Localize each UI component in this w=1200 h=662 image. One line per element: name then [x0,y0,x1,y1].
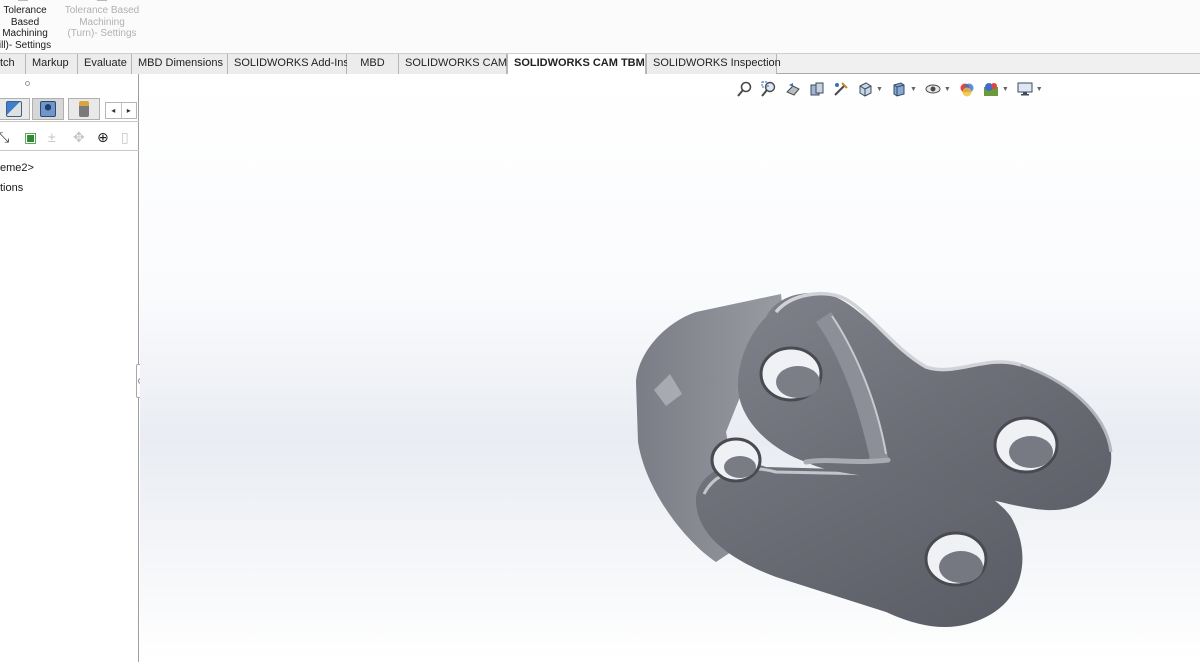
view-orientation-icon[interactable] [855,80,875,98]
previous-view-icon[interactable] [783,80,803,98]
ribbon-button-label-line: Machining [79,16,125,28]
tab-mbd[interactable]: MBD [347,54,399,74]
display-style-icon[interactable] [889,80,909,98]
heads-up-view-toolbar: ▼ ▼ ▼ ▼ ▼ [735,79,1049,99]
panel-splitter-handle[interactable] [25,81,30,86]
tree-item[interactable]: eme2> [0,162,139,182]
zoom-to-area-icon[interactable] [759,80,779,98]
zoom-to-fit-icon[interactable] [735,80,755,98]
tab-property-manager[interactable] [0,98,30,120]
tbm-mill-settings-button[interactable]: Tolerance Based Machining ill)- Settings [0,0,54,51]
section-view-icon[interactable] [807,80,827,98]
cam-feature-tree-icon [79,101,89,117]
tree-item[interactable]: tions [0,182,139,202]
bracket-3d-model[interactable] [626,282,1126,642]
tab-markup[interactable]: Markup [26,54,78,74]
ribbon-button-label-line: Tolerance [3,5,47,16]
ribbon-button-label-line: Machining [2,28,48,39]
add-toolpath-icon[interactable]: ± [48,129,56,145]
view-settings-icon[interactable] [1015,80,1035,98]
tool-crib-icon[interactable]: ▯ [121,129,129,146]
ribbon-button-label-line: ill)- Settings [0,39,52,51]
ribbon-button-label-line: (Turn)- Settings [67,28,137,39]
cam-toolbar: ⤡ ▣ ± ✥ ⊕ ▯ [0,127,139,151]
cam-tree: eme2> tions [0,162,139,202]
dynamic-annotation-views-icon[interactable] [831,80,851,98]
tbm-turn-settings-button[interactable]: Tolerance Based Machining (Turn)- Settin… [62,0,142,40]
tab-sketch[interactable]: tch [0,54,26,74]
tab-solidworks-cam-tbm[interactable]: SOLIDWORKS CAM TBM [507,54,646,74]
panel-tab-scroll: ◂ ▸ [105,102,137,119]
tab-evaluate[interactable]: Evaluate [78,54,132,74]
ribbon-button-label-line: Tolerance Based [64,5,140,16]
bore-hole-inner [1009,436,1053,468]
hide-show-items-icon[interactable] [923,80,943,98]
graphics-area[interactable]: ▼ ▼ ▼ ▼ ▼ [140,74,1200,662]
panel-tab-strip: ◂ ▸ [0,96,139,122]
weld-bead [803,457,891,465]
edit-appearance-icon[interactable] [957,80,977,98]
chevron-down-icon[interactable]: ▼ [1036,86,1043,93]
tab-solidworks-cam[interactable]: SOLIDWORKS CAM [399,54,507,74]
command-manager-tabs: tch Markup Evaluate MBD Dimensions SOLID… [0,53,1200,74]
chevron-down-icon[interactable]: ▼ [910,86,917,93]
tab-cam-feature-tree[interactable] [68,98,100,120]
bore-hole-inner [776,366,820,398]
command-manager-ribbon: Tolerance Based Machining ill)- Settings… [0,0,1200,53]
ribbon-button-label-line: Based [10,16,40,28]
tab-configuration-manager[interactable] [32,98,64,120]
bore-hole-inner [724,456,756,478]
tab-mbd-dimensions[interactable]: MBD Dimensions [132,54,228,74]
chevron-down-icon[interactable]: ▼ [876,86,883,93]
feature-manager-panel: ◂ ▸ ⤡ ▣ ± ✥ ⊕ ▯ eme2> tions [0,74,139,662]
chevron-down-icon[interactable]: ▼ [944,86,951,93]
generate-operation-plan-icon[interactable]: ▣ [24,129,37,146]
machine-setup-icon[interactable]: ⊕ [97,129,109,146]
chevron-down-icon[interactable]: ▼ [1002,86,1009,93]
wrench-icon[interactable]: ⤡ [0,129,9,146]
setup-origin-icon[interactable]: ✥ [73,129,85,146]
apply-scene-icon[interactable] [981,80,1001,98]
scroll-left-icon[interactable]: ◂ [106,103,122,118]
tbm-settings-icon [97,0,107,1]
property-manager-icon [6,101,22,117]
bore-hole-inner [939,551,983,583]
tbm-settings-icon [18,0,28,1]
tab-solidworks-add-ins[interactable]: SOLIDWORKS Add-Ins [228,54,349,74]
configuration-manager-icon [40,101,56,117]
scroll-right-icon[interactable]: ▸ [122,103,137,118]
tab-solidworks-inspection[interactable]: SOLIDWORKS Inspection [646,54,781,74]
